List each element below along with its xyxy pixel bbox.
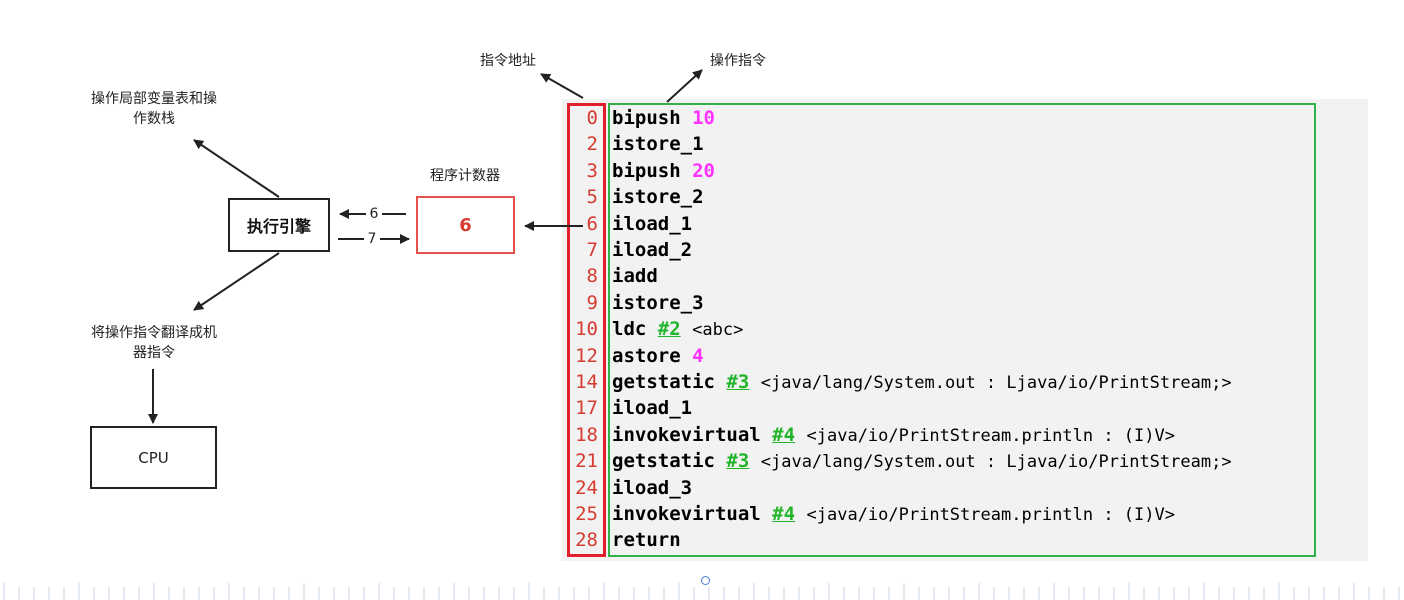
arrow-to-address-label: [540, 73, 584, 99]
arrow-engine-to-translate: [193, 252, 280, 311]
canvas-ruler: [3, 583, 1400, 600]
arrow-engine-to-locals: [193, 139, 280, 198]
arrow-to-operation-label: [666, 69, 703, 103]
canvas-anchor-handle[interactable]: [701, 576, 710, 585]
connector-arrows: [148, 69, 703, 424]
